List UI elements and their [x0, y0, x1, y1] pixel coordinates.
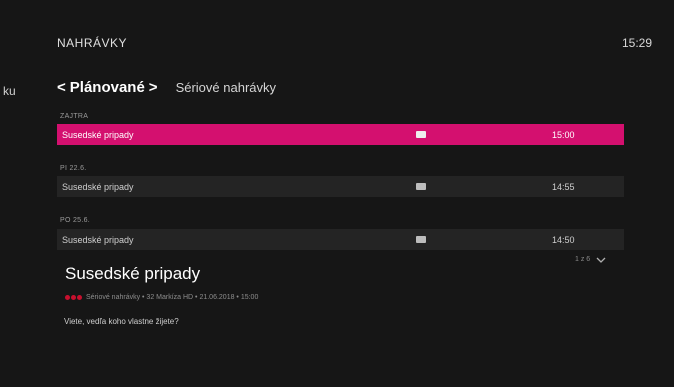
recording-row[interactable]: Susedské pripady 14:55	[57, 176, 624, 197]
recording-row[interactable]: Susedské pripady 14:50	[57, 229, 624, 250]
recording-row[interactable]: Susedské pripady 15:00	[57, 124, 624, 145]
hd-icon	[416, 131, 426, 138]
clock: 15:29	[621, 36, 652, 50]
tab-planned-label: Plánované	[69, 79, 145, 96]
day-label: ZAJTRA	[60, 113, 89, 120]
recording-time: 15:00	[552, 129, 575, 140]
hd-icon	[416, 236, 426, 243]
recording-title: Susedské pripady	[62, 181, 134, 192]
pager: 1 z 6	[575, 256, 606, 263]
recording-title: Susedské pripady	[62, 129, 134, 140]
hd-icon	[416, 183, 426, 190]
tab-planned[interactable]: < Plánované >	[57, 79, 158, 96]
recording-title: Susedské pripady	[62, 234, 134, 245]
detail-meta-text: Sériové nahrávky • 32 Markíza HD • 21.06…	[86, 294, 259, 301]
tab-previous-partial[interactable]: ku	[3, 84, 16, 98]
day-label: PI 22.6.	[60, 165, 87, 172]
tab-series-recordings[interactable]: Sériové nahrávky	[176, 80, 276, 95]
day-label: PO 25.6.	[60, 217, 91, 224]
pager-text: 1 z 6	[575, 256, 591, 263]
detail-description: Viete, vedľa koho vlastne žijete?	[64, 317, 179, 326]
detail-meta: Sériové nahrávky • 32 Markíza HD • 21.06…	[65, 294, 258, 301]
chevron-down-icon[interactable]	[596, 257, 606, 263]
recording-time: 14:55	[552, 181, 575, 192]
recording-time: 14:50	[552, 234, 575, 245]
chevron-right-icon: >	[148, 79, 158, 96]
chevron-left-icon: <	[57, 79, 66, 96]
tab-bar: < Plánované > Sériové nahrávky	[57, 79, 276, 96]
detail-title: Susedské pripady	[65, 264, 201, 283]
section-title: NAHRÁVKY	[57, 36, 128, 50]
series-dots-icon	[65, 295, 82, 300]
